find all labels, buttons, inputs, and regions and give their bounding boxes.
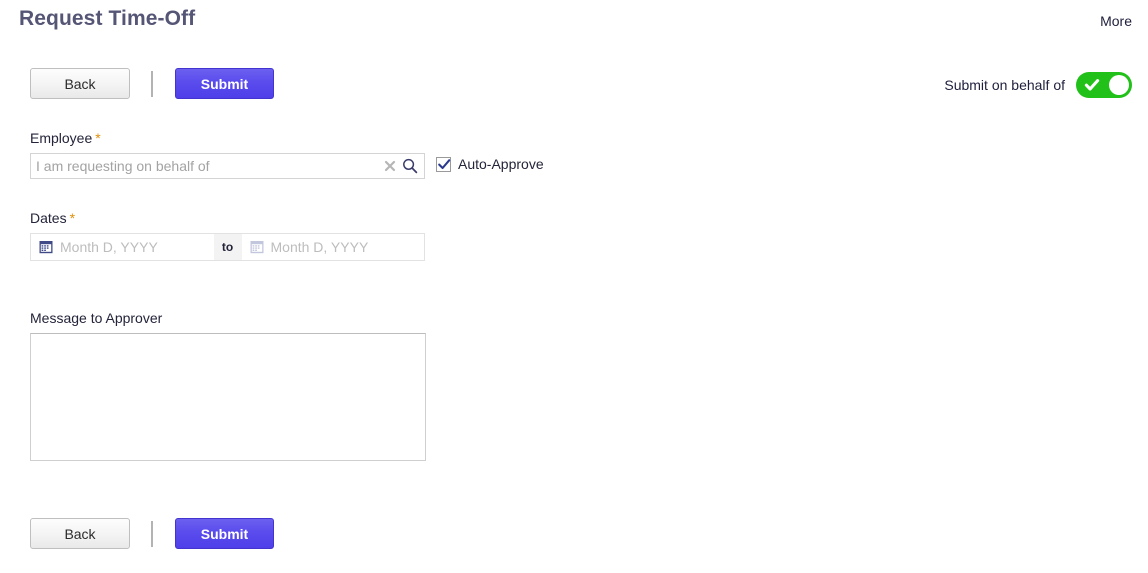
check-icon [1084,77,1100,93]
more-link[interactable]: More [1100,13,1132,29]
submit-button-top[interactable]: Submit [175,68,274,99]
toolbar-top: Back Submit [30,68,274,99]
start-date-input[interactable] [60,234,214,260]
submit-on-behalf-of-control: Submit on behalf of [944,72,1132,98]
employee-required-star: * [95,130,101,146]
dates-field-label: Dates * [30,210,75,226]
auto-approve-control[interactable]: Auto-Approve [436,156,544,172]
back-button-bottom[interactable]: Back [30,518,130,549]
calendar-icon-start[interactable] [39,240,53,254]
start-date-cell [31,234,214,260]
dates-required-star: * [69,210,76,226]
dates-separator: to [213,234,242,260]
page-title: Request Time-Off [19,7,196,30]
toggle-knob [1109,75,1129,95]
employee-input[interactable] [31,154,382,178]
auto-approve-label: Auto-Approve [458,156,544,172]
search-icon[interactable] [401,157,419,175]
auto-approve-checkbox[interactable] [436,156,451,172]
employee-input-wrap [30,153,425,179]
submit-on-behalf-of-toggle[interactable] [1076,72,1132,98]
toolbar-divider-top [151,70,153,97]
message-field-label: Message to Approver [30,310,163,326]
toolbar-bottom: Back Submit [30,518,274,549]
dates-label-text: Dates [30,210,67,226]
toolbar-divider-bottom [151,520,153,547]
dates-row: to [30,233,425,261]
submit-on-behalf-of-label: Submit on behalf of [944,77,1065,93]
employee-label-text: Employee [30,130,93,146]
end-date-cell [242,234,424,260]
employee-field-label: Employee * [30,130,101,146]
submit-button-bottom[interactable]: Submit [175,518,274,549]
clear-icon[interactable] [382,158,398,174]
calendar-icon-end[interactable] [250,240,264,254]
end-date-input[interactable] [270,234,424,260]
message-to-approver-textarea[interactable] [30,333,426,461]
back-button-top[interactable]: Back [30,68,130,99]
